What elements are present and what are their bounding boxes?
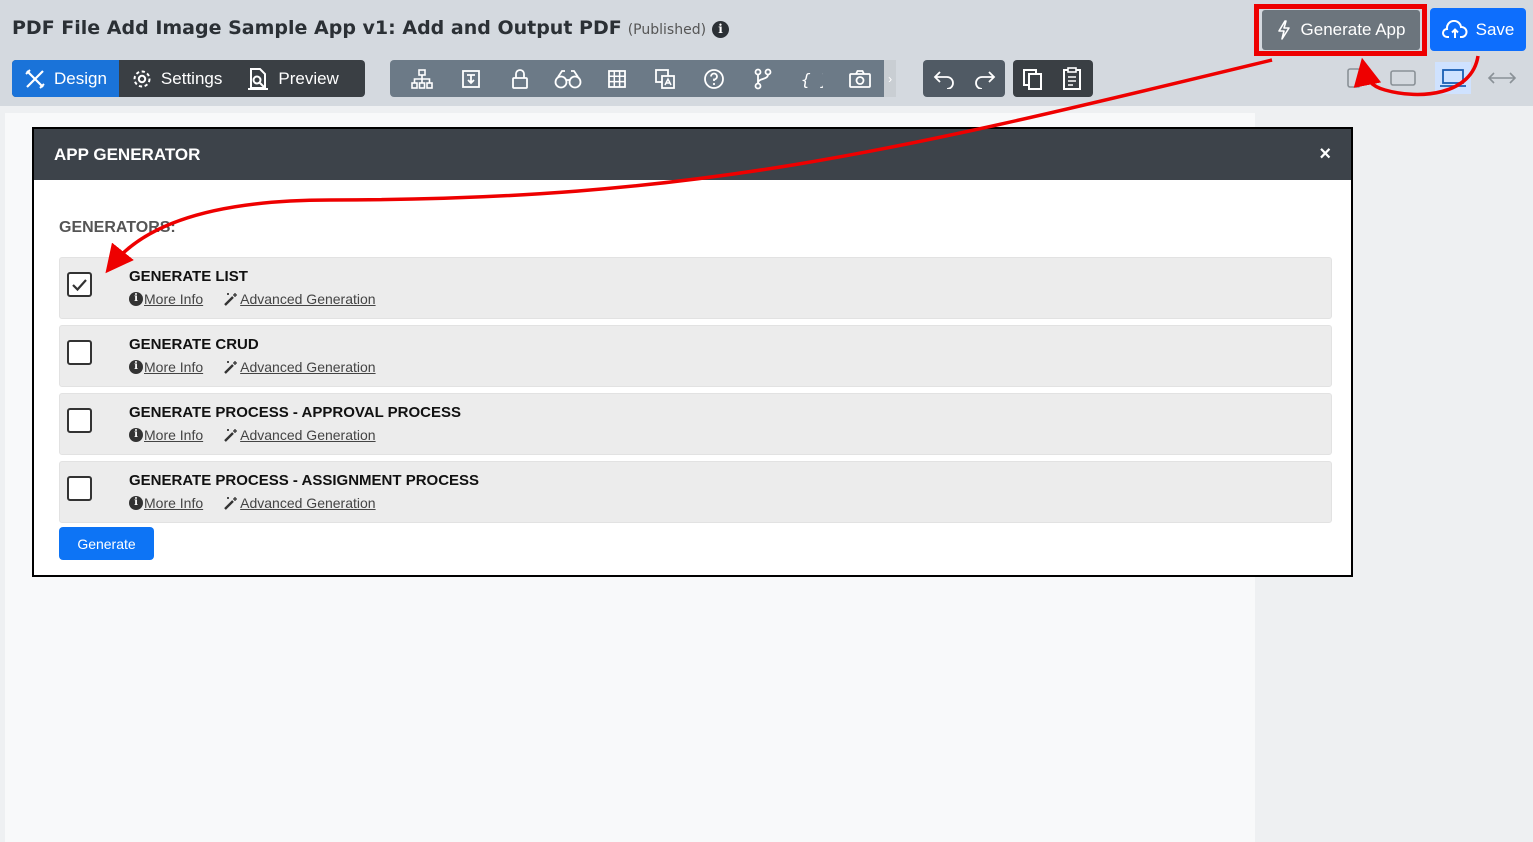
- translate-icon[interactable]: [641, 60, 690, 97]
- undo-icon[interactable]: [932, 69, 956, 89]
- paste-icon[interactable]: [1061, 66, 1085, 92]
- gear-icon: [133, 70, 151, 87]
- info-icon: i: [129, 428, 143, 442]
- status-label: (Published): [627, 22, 707, 38]
- clipboard-group: [1013, 60, 1093, 97]
- preview-icon: [248, 67, 269, 90]
- advanced-generation-link[interactable]: Advanced Generation: [223, 495, 376, 511]
- top-toolbar: PDF File Add Image Sample App v1: Add an…: [0, 0, 1533, 106]
- lock-icon[interactable]: [495, 60, 544, 97]
- help-icon[interactable]: [690, 60, 739, 97]
- app-title-text: PDF File Add Image Sample App v1: Add an…: [12, 17, 622, 39]
- chevron-right-icon[interactable]: ›: [884, 60, 897, 97]
- properties-icon[interactable]: [447, 60, 496, 97]
- generate-app-button[interactable]: Generate App: [1262, 10, 1420, 50]
- tree-icon[interactable]: [398, 60, 447, 97]
- table-icon[interactable]: [593, 60, 642, 97]
- copy-icon[interactable]: [1021, 67, 1045, 91]
- fullwidth-view-icon[interactable]: [1484, 62, 1520, 94]
- advanced-generation-link[interactable]: Advanced Generation: [223, 291, 376, 307]
- magic-wand-icon: [224, 361, 238, 374]
- tab-settings-label: Settings: [160, 68, 223, 88]
- tab-preview-label: Preview: [278, 68, 339, 88]
- advanced-generation-link[interactable]: Advanced Generation: [223, 359, 376, 375]
- list-item: GENERATE PROCESS - ASSIGNMENT PROCESS iM…: [59, 461, 1332, 523]
- tablet-view-icon[interactable]: [1385, 62, 1421, 94]
- list-item: GENERATE LIST i More Info Advanced Genera…: [59, 257, 1332, 319]
- advanced-generation-link[interactable]: Advanced Generation: [223, 427, 376, 443]
- checkmark-icon: [72, 278, 87, 291]
- modal-header: APP GENERATOR ×: [34, 129, 1351, 180]
- info-icon: i: [129, 292, 143, 306]
- generate-list-checkbox[interactable]: [67, 272, 92, 297]
- redo-icon[interactable]: [973, 69, 997, 89]
- app-generator-modal: APP GENERATOR × GENERATORS: GENERATE LIS…: [32, 127, 1353, 577]
- binoculars-icon[interactable]: [544, 60, 593, 97]
- info-icon: i: [129, 496, 143, 510]
- more-info-link[interactable]: i More Info: [129, 495, 203, 511]
- more-info-link[interactable]: i More Info: [129, 427, 203, 443]
- branch-icon[interactable]: [738, 60, 787, 97]
- generate-assignment-process-checkbox[interactable]: [67, 476, 92, 501]
- phone-view-icon[interactable]: [1336, 62, 1372, 94]
- braces-icon[interactable]: { }: [787, 60, 836, 97]
- svg-text:{ }: { }: [801, 70, 823, 89]
- magic-wand-icon: [224, 429, 238, 442]
- camera-icon[interactable]: [836, 60, 885, 97]
- page-title: PDF File Add Image Sample App v1: Add an…: [12, 17, 730, 39]
- generators-heading: GENERATORS:: [59, 219, 176, 236]
- desktop-view-icon[interactable]: [1435, 62, 1471, 94]
- modal-title: APP GENERATOR: [54, 144, 201, 164]
- generator-name: GENERATE PROCESS - APPROVAL PROCESS: [129, 404, 461, 421]
- save-button[interactable]: Save: [1430, 8, 1526, 51]
- close-icon[interactable]: ×: [1319, 144, 1331, 164]
- tab-settings[interactable]: Settings: [119, 60, 234, 97]
- design-tools-group: { } ›: [390, 60, 897, 97]
- mode-switcher: Design Settings Preview: [12, 60, 365, 97]
- magic-wand-icon: [224, 497, 238, 510]
- more-info-link[interactable]: i More Info: [129, 359, 203, 375]
- list-item: GENERATE PROCESS - APPROVAL PROCESS i Mor…: [59, 393, 1332, 455]
- more-info-link[interactable]: i More Info: [129, 291, 203, 307]
- history-group: [923, 60, 1005, 97]
- tab-design[interactable]: Design: [12, 60, 119, 97]
- tab-preview[interactable]: Preview: [234, 60, 350, 97]
- generator-name: GENERATE PROCESS - ASSIGNMENT PROCESS: [129, 472, 480, 489]
- info-icon: i: [129, 360, 143, 374]
- lightning-icon: [1277, 20, 1290, 40]
- list-item: GENERATE CRUD i More Info Advanced Genera…: [59, 325, 1332, 387]
- generator-list: GENERATE LIST i More Info Advanced Genera…: [59, 257, 1332, 529]
- design-icon: [25, 68, 45, 89]
- generate-app-label: Generate App: [1300, 20, 1406, 39]
- tab-design-label: Design: [54, 68, 107, 88]
- save-label: Save: [1475, 19, 1515, 39]
- generator-name: GENERATE CRUD: [129, 336, 259, 353]
- generator-name: GENERATE LIST: [129, 268, 248, 285]
- info-icon[interactable]: i: [712, 21, 730, 38]
- cloud-upload-icon: [1441, 19, 1468, 38]
- generate-crud-checkbox[interactable]: [67, 340, 92, 365]
- generate-button[interactable]: Generate: [59, 527, 154, 560]
- generate-approval-process-checkbox[interactable]: [67, 408, 92, 433]
- magic-wand-icon: [224, 293, 238, 306]
